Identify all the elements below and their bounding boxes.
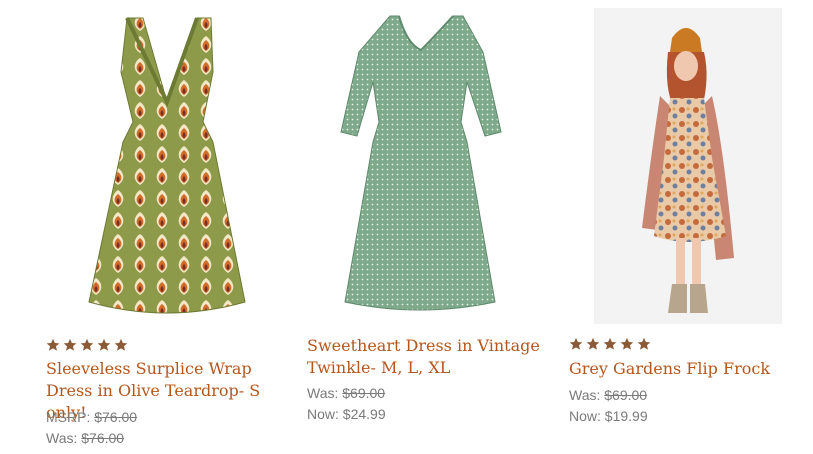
product-image[interactable]: [335, 12, 505, 312]
price-was: Was: $76.00: [46, 428, 124, 448]
price-now: Now: $19.99: [569, 406, 648, 426]
price-value: $69.00: [342, 385, 386, 401]
star-icon: [114, 338, 128, 351]
star-icon: [569, 337, 583, 350]
star-icon: [620, 337, 634, 350]
star-icon: [97, 338, 111, 351]
star-icon: [637, 337, 651, 350]
price-was: Was: $69.00: [307, 383, 385, 403]
price-label: Was:: [307, 385, 339, 401]
model-floral-dress-photo: [642, 28, 734, 313]
price-label: Was:: [569, 387, 601, 403]
price-now: Now: $24.99: [307, 404, 386, 424]
star-icon: [80, 338, 94, 351]
rating-stars: [46, 338, 128, 352]
price-msrp: MSRP: $76.00: [46, 407, 137, 427]
price-label: Now:: [569, 408, 601, 424]
price-was: Was: $69.00: [569, 385, 647, 405]
star-icon: [586, 337, 600, 350]
green-dot-dress-photo: [340, 15, 502, 311]
product-title-link[interactable]: Sweetheart Dress in Vintage Twinkle- M, …: [307, 335, 542, 379]
star-icon: [603, 337, 617, 350]
rating-stars: [569, 337, 651, 351]
star-icon: [46, 338, 60, 351]
olive-teardrop-dress-photo: [88, 17, 246, 314]
price-label: Now:: [307, 406, 339, 422]
star-icon: [63, 338, 77, 351]
price-value: $24.99: [342, 406, 386, 422]
product-image[interactable]: [594, 8, 782, 324]
price-label: Was:: [46, 430, 78, 446]
product-title-link[interactable]: Grey Gardens Flip Frock: [569, 358, 789, 380]
product-image[interactable]: [85, 12, 250, 322]
price-label: MSRP:: [46, 409, 91, 425]
price-value: $76.00: [94, 409, 138, 425]
price-value: $76.00: [81, 430, 125, 446]
price-value: $69.00: [604, 387, 648, 403]
price-value: $19.99: [604, 408, 648, 424]
